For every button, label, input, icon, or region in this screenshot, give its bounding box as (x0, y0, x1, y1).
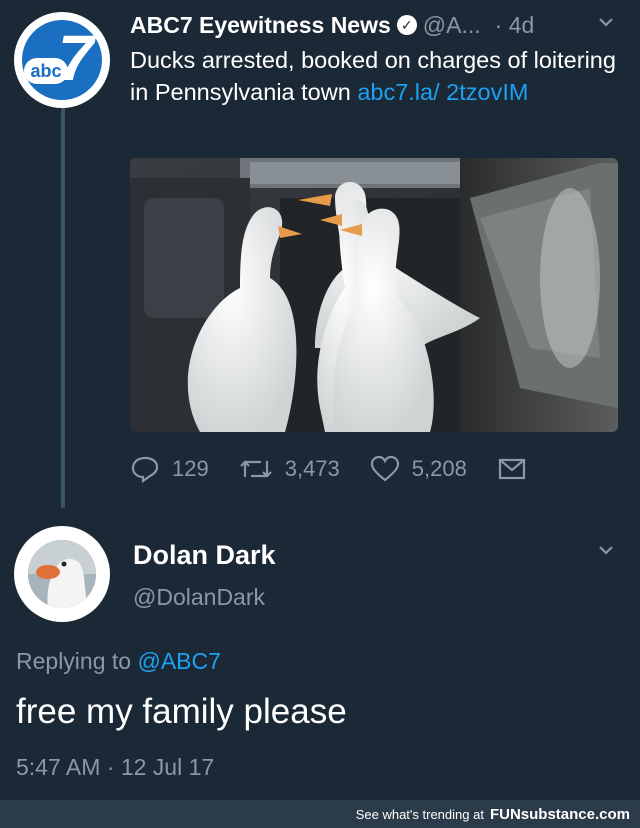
footer-text: See what's trending at (355, 806, 484, 822)
abc7-logo: 7 abc (22, 20, 102, 100)
verified-check-icon: ✓ (396, 15, 417, 35)
dolan-dark-avatar[interactable] (14, 526, 110, 622)
reply-bubble-icon (131, 456, 159, 483)
thread-connector-line (61, 108, 65, 508)
abc7-avatar[interactable]: 7 abc (14, 12, 110, 108)
tweet1-display-name[interactable]: ABC7 Eyewitness News (130, 12, 391, 39)
retweet-action[interactable]: 3,473 (239, 455, 340, 483)
tweet1-photo[interactable] (130, 158, 618, 432)
tweet2-text: free my family please (16, 692, 347, 731)
reply-action[interactable]: 129 (130, 455, 209, 483)
tweet2-handle[interactable]: @DolanDark (133, 584, 265, 611)
replying-to: Replying to @ABC7 (16, 648, 221, 675)
abc7-logo-badge: abc (24, 58, 68, 84)
tweet2-display-name[interactable]: Dolan Dark (133, 540, 276, 571)
footer-brand: FUNsubstance.com (489, 805, 630, 823)
watermark-footer: See what's trending at FUNsubstance.com (0, 800, 640, 828)
tweet1-header: ABC7 Eyewitness News ✓ @A... · 4d (130, 10, 630, 40)
heart-icon (370, 455, 399, 482)
retweet-count: 3,473 (284, 456, 340, 481)
tweet2-timestamp[interactable]: 5:47 AM · 12 Jul 17 (16, 754, 214, 781)
chevron-down-icon[interactable] (596, 540, 616, 566)
replying-to-link[interactable]: @ABC7 (137, 648, 220, 674)
dm-action[interactable] (497, 456, 539, 482)
envelope-icon (498, 458, 525, 480)
tweet1-link[interactable]: abc7.la/ 2tzovIM (357, 79, 528, 105)
tweet1-time[interactable]: · 4d (495, 12, 535, 39)
tweet1-actions: 129 3,473 5,208 (130, 452, 590, 486)
tweet1-text: Ducks arrested, booked on charges of loi… (130, 44, 620, 108)
chevron-down-icon[interactable] (596, 12, 616, 38)
tweet1-handle[interactable]: @A... (423, 12, 481, 39)
like-action[interactable]: 5,208 (370, 455, 467, 483)
replying-prefix: Replying to (16, 648, 138, 674)
ducks-in-car-image (130, 158, 618, 432)
like-count: 5,208 (411, 456, 467, 481)
dolan-avatar-image (28, 540, 96, 608)
reply-count: 129 (172, 456, 209, 481)
retweet-icon (239, 460, 272, 478)
